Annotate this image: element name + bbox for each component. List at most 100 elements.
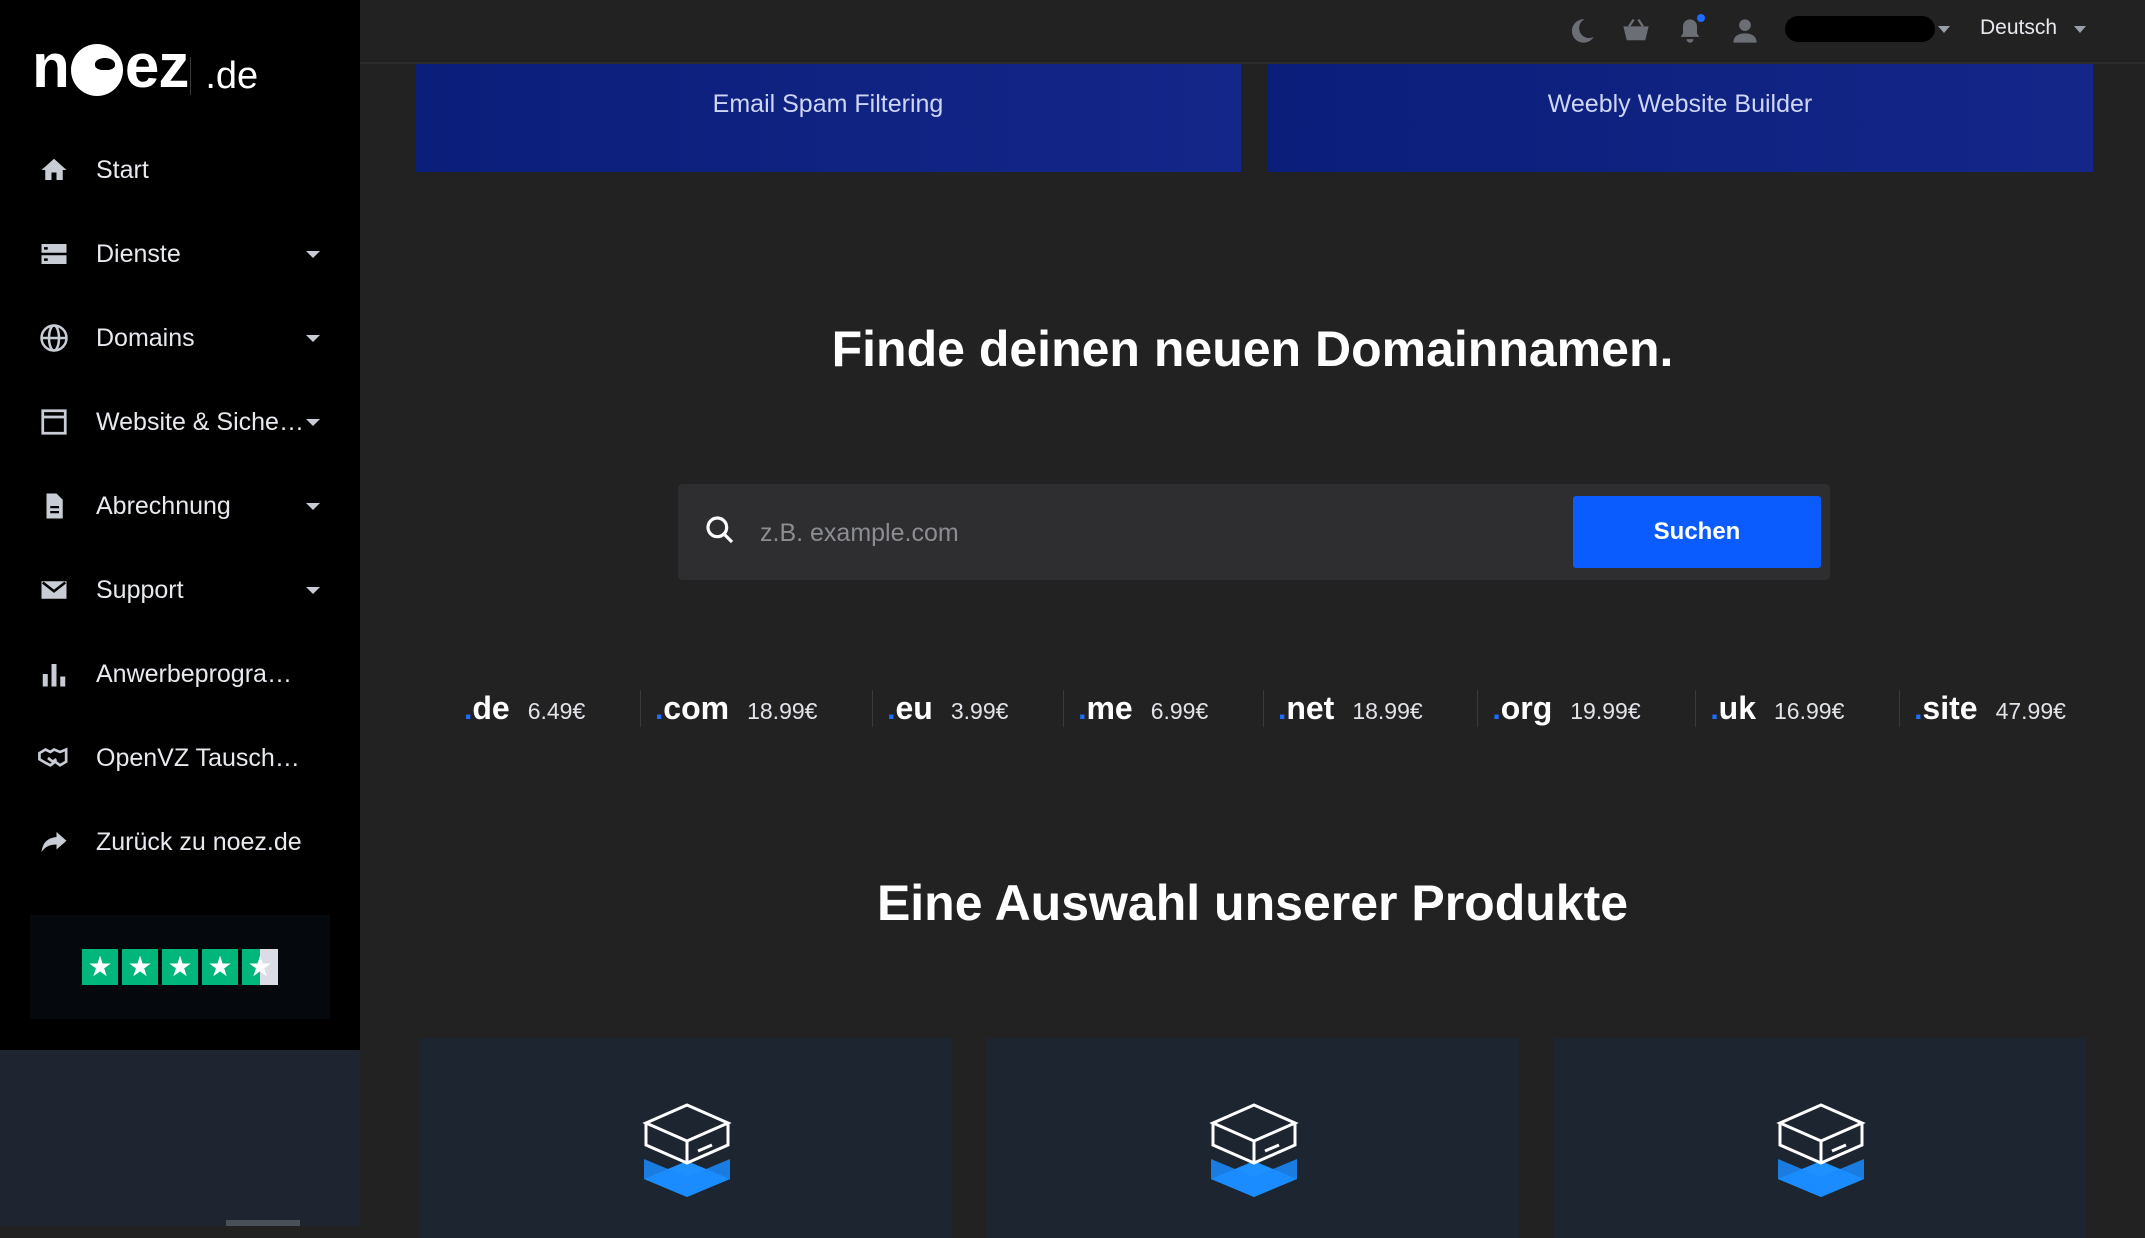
promo-label: Weebly Website Builder: [1547, 89, 1813, 118]
trustpilot-stars: ★ ★ ★ ★ ★: [82, 949, 278, 985]
sidebar-item-anwerbeprogramm[interactable]: Anwerbeprogramm: [0, 632, 360, 716]
invoice-icon: [36, 488, 72, 524]
sidebar-item-label: Start: [96, 155, 149, 184]
half-star-icon: ★: [242, 949, 278, 985]
tld-price-list: . de 6.49€ . com 18.99€ . eu 3.99€ . me 6.99€ .n…: [450, 684, 2080, 732]
tld-dot: .: [1078, 692, 1087, 726]
logo-mascot-icon: [70, 44, 123, 96]
tld-name: de: [472, 689, 510, 726]
tld-name: site: [1922, 689, 1978, 726]
tld-item-site[interactable]: . site 47.99€: [1899, 689, 2080, 727]
chevron-down-icon[interactable]: [1938, 26, 1950, 33]
server-box-icon: [642, 1101, 732, 1201]
notification-dot: [1697, 14, 1705, 22]
logo-text-suffix: ez: [124, 32, 189, 101]
noez-logo[interactable]: n ez .de: [32, 28, 272, 98]
logo-tld: .de: [190, 57, 272, 95]
server-box-icon: [1209, 1101, 1299, 1201]
sidebar-item-website-sicherheit[interactable]: Website & Sicherheit: [0, 380, 360, 464]
tld-price: 3.99€: [950, 697, 1009, 724]
sidebar-item-label: Zurück zu noez.de: [96, 827, 302, 856]
sidebar-item-zurueck-noez[interactable]: Zurück zu noez.de: [0, 800, 360, 884]
sidebar: n ez .de Start Dienste Domains Website &…: [0, 0, 360, 1050]
tld-name: net: [1286, 689, 1335, 726]
chevron-down-icon: [306, 586, 320, 594]
language-label: Deutsch: [1980, 16, 2058, 39]
star-icon: ★: [162, 949, 198, 985]
search-icon: [704, 514, 740, 550]
sidebar-item-label: Support: [96, 575, 184, 604]
sidebar-footer-area: [0, 1050, 360, 1226]
trustpilot-widget[interactable]: ★ ★ ★ ★ ★: [30, 915, 330, 1019]
tld-name: com: [663, 689, 730, 726]
tld-dot: .: [654, 692, 664, 726]
chevron-down-icon: [306, 502, 320, 510]
star-icon: ★: [202, 949, 238, 985]
tld-dot: .: [464, 692, 473, 726]
tld-price: 18.99€: [747, 697, 818, 724]
tld-name: me: [1086, 689, 1133, 726]
domain-search-title: Finde deinen neuen Domainnamen.: [831, 321, 1674, 377]
basket-icon[interactable]: [1619, 14, 1653, 48]
tld-item-com[interactable]: . com 18.99€: [639, 689, 832, 727]
user-name-redacted[interactable]: [1785, 16, 1935, 42]
sidebar-item-label: Dienste: [96, 239, 181, 268]
tld-item-net[interactable]: . net 18.99€: [1262, 689, 1437, 727]
tld-dot: .: [887, 692, 896, 726]
tld-dot: .: [1492, 692, 1501, 726]
promo-email-spam-filtering[interactable]: Email Spam Filtering: [415, 64, 1241, 172]
tld-price: 16.99€: [1774, 697, 1845, 724]
product-card[interactable]: [987, 1038, 1519, 1238]
sidebar-item-label: Website & Sicherheit: [96, 407, 306, 436]
horizontal-scrollbar-thumb[interactable]: [226, 1220, 300, 1226]
browser-window-icon: [36, 404, 72, 440]
sidebar-item-label: Domains: [96, 323, 195, 352]
promo-weebly-website-builder[interactable]: Weebly Website Builder: [1267, 64, 2093, 172]
tld-item-uk[interactable]: . uk 16.99€: [1695, 689, 1858, 727]
tld-item-de[interactable]: . de 6.49€: [450, 690, 599, 727]
language-selector[interactable]: Deutsch: [1980, 16, 2057, 40]
sidebar-item-domains[interactable]: Domains: [0, 296, 360, 380]
tld-price: 6.49€: [527, 697, 586, 724]
mail-icon: [36, 572, 72, 608]
tld-price: 47.99€: [1995, 697, 2066, 724]
tld-name: uk: [1718, 689, 1757, 726]
bell-icon[interactable]: [1673, 14, 1707, 48]
chevron-down-icon: [306, 250, 320, 258]
star-icon: ★: [82, 949, 118, 985]
globe-icon: [36, 320, 72, 356]
domain-search-box: Suchen: [678, 484, 1830, 580]
tld-name: org: [1500, 689, 1553, 726]
product-card[interactable]: [420, 1038, 952, 1238]
home-icon: [36, 152, 72, 188]
handshake-icon: [36, 740, 72, 776]
product-card[interactable]: [1554, 1038, 2086, 1238]
top-bar: Deutsch: [360, 0, 2145, 64]
sidebar-item-support[interactable]: Support: [0, 548, 360, 632]
search-button[interactable]: Suchen: [1573, 496, 1821, 568]
chevron-down-icon[interactable]: [2074, 26, 2086, 33]
products-title: Eine Auswahl unserer Produkte: [876, 875, 1629, 931]
tld-name: eu: [895, 689, 933, 726]
server-box-icon: [1776, 1101, 1866, 1201]
tld-dot: .: [1710, 692, 1719, 726]
sidebar-item-abrechnung[interactable]: Abrechnung: [0, 464, 360, 548]
chevron-down-icon: [306, 334, 320, 342]
tld-dot: .: [1914, 692, 1923, 726]
share-arrow-icon: [36, 824, 72, 860]
user-icon[interactable]: [1728, 14, 1762, 48]
domain-search-input[interactable]: [758, 506, 1522, 560]
sidebar-item-start[interactable]: Start: [0, 128, 360, 212]
moon-icon[interactable]: [1565, 14, 1599, 48]
tld-item-org[interactable]: . org 19.99€: [1477, 689, 1654, 727]
sidebar-item-label: OpenVZ Tauschprogramm: [96, 743, 306, 772]
tld-item-me[interactable]: . me 6.99€: [1063, 689, 1222, 727]
promo-label: Email Spam Filtering: [712, 89, 944, 118]
sidebar-item-label: Anwerbeprogramm: [96, 659, 306, 688]
tld-dot: .: [1277, 692, 1287, 726]
logo-text-prefix: n: [32, 32, 70, 101]
tld-price: 19.99€: [1570, 697, 1641, 724]
sidebar-item-openvz-tauschprogramm[interactable]: OpenVZ Tauschprogramm: [0, 716, 360, 800]
sidebar-item-dienste[interactable]: Dienste: [0, 212, 360, 296]
tld-item-eu[interactable]: . eu 3.99€: [872, 689, 1022, 727]
